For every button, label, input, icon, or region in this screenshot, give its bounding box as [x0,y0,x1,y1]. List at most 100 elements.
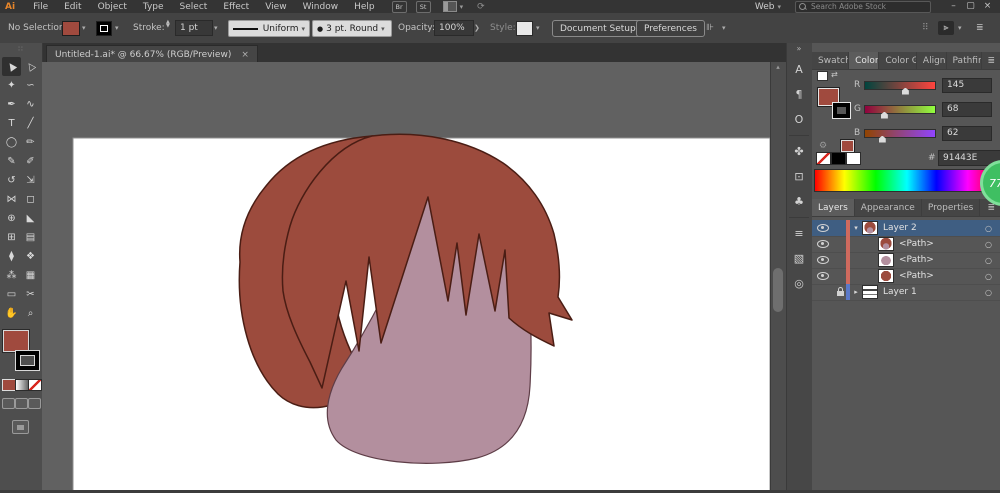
tab-color-guide[interactable]: Color G [879,52,917,69]
visibility-cell[interactable] [812,272,834,280]
path-name[interactable]: <Path> [899,239,934,249]
tool-width[interactable]: ⋈ [2,190,21,209]
preferences-button[interactable]: Preferences [636,20,705,37]
color-panel-stroke-swatch[interactable] [833,103,850,118]
target-circle-icon[interactable]: ○ [985,224,992,233]
stock-search-box[interactable] [795,0,931,13]
path-thumbnail[interactable] [878,237,894,251]
tab-align[interactable]: Align [917,52,947,69]
tool-pen[interactable]: ✒ [2,95,21,114]
tool-curvature[interactable]: ∿ [21,95,40,114]
document-setup-button[interactable]: Document Setup [552,20,644,37]
stroke-weight-chevron-icon[interactable]: ▾ [214,20,218,36]
tool-artboard[interactable]: ▭ [2,285,21,304]
menu-view[interactable]: View [257,2,294,12]
color-options-icon[interactable]: ⚙ [819,141,827,151]
bridge-button[interactable]: Br [391,0,407,13]
layer-row-layer2[interactable]: ▾ Layer 2 ○ [812,220,1000,237]
opentype-panel-icon[interactable]: O [788,109,810,130]
stroke-color-swatch[interactable] [96,20,112,36]
opacity-more-icon[interactable]: ❯ [474,20,480,36]
chevron-down-icon[interactable]: ▾ [460,3,464,11]
red-slider-knob[interactable] [901,87,909,95]
tool-rotate[interactable]: ↺ [2,171,21,190]
document-tab[interactable]: Untitled-1.ai* @ 66.67% (RGB/Preview) × [46,45,258,63]
tool-line-segment[interactable]: ╱ [21,114,40,133]
visibility-cell[interactable] [812,224,834,232]
tab-properties[interactable]: Properties [922,199,981,216]
blue-slider-knob[interactable] [878,135,886,143]
expand-icon[interactable]: ▾ [850,224,862,232]
panel-menu-icon[interactable]: ≣ [982,52,1000,69]
lock-cell[interactable] [834,287,846,296]
white-swatch[interactable] [846,152,861,165]
none-mode-button[interactable] [28,379,42,391]
tool-eyedropper[interactable]: ⧫ [2,247,21,266]
layer-name[interactable]: Layer 1 [883,287,917,297]
width-profile-dropdown[interactable]: Uniform ▾ [228,20,310,37]
opacity-field[interactable]: 100% [434,20,474,36]
green-slider-knob[interactable] [880,111,888,119]
tool-selection[interactable]: ▲ [2,57,21,76]
image-trace-panel-icon[interactable]: ▧ [788,248,810,269]
fill-color-swatch[interactable] [62,20,80,36]
scroll-up-icon[interactable]: ▴ [770,63,786,71]
tab-color[interactable]: Color [849,52,880,69]
color-spectrum-bar[interactable] [814,169,1000,192]
draw-behind-button[interactable] [15,398,28,409]
visibility-cell[interactable] [812,256,834,264]
color-mode-button[interactable] [2,379,16,391]
toolbar-fill-swatch[interactable] [3,330,29,352]
layer-row-layer1[interactable]: ▸ Layer 1 ○ [812,284,1000,301]
tool-gradient[interactable]: ▤ [21,228,40,247]
green-value-field[interactable]: 68 [942,101,992,117]
minimize-button[interactable]: – [945,0,962,13]
workspace-switcher[interactable]: Web ▾ [755,2,781,12]
align-chevron-icon[interactable]: ▾ [722,20,726,36]
tool-blend[interactable]: ❖ [21,247,40,266]
symbols-panel-icon[interactable]: ✤ [788,141,810,162]
tool-slice[interactable]: ✂ [21,285,40,304]
arrange-documents-icon[interactable] [442,1,457,12]
tool-lasso[interactable]: ∽ [21,76,40,95]
menu-object[interactable]: Object [90,2,135,12]
tool-hand[interactable]: ✋ [2,304,21,323]
menu-edit[interactable]: Edit [56,2,89,12]
stroke-panel-icon[interactable]: ≡ [788,223,810,244]
target-circle-icon[interactable]: ○ [985,288,992,297]
target-circle-icon[interactable]: ○ [985,256,992,265]
path-name[interactable]: <Path> [899,255,934,265]
links-panel-icon[interactable]: ◎ [788,273,810,294]
tool-shaper[interactable]: ✐ [21,152,40,171]
layer-thumbnail[interactable] [862,285,878,299]
none-swatch-icon[interactable] [817,71,828,81]
blue-value-field[interactable]: 62 [942,125,992,141]
draw-normal-button[interactable] [2,398,15,409]
menu-effect[interactable]: Effect [215,2,257,12]
red-value-field[interactable]: 145 [942,77,992,93]
swap-fill-stroke-icon[interactable]: ⇄ [831,70,838,79]
character-panel-icon[interactable]: A [788,59,810,80]
canvas-area[interactable] [42,62,771,493]
tool-scale[interactable]: ⇲ [21,171,40,190]
tool-magic-wand[interactable]: ✦ [2,76,21,95]
layer-row-path2[interactable]: <Path> ○ [812,252,1000,269]
gradient-mode-button[interactable] [15,379,29,391]
screen-mode-button[interactable] [12,420,29,434]
dock-chevron-icon[interactable]: ▾ [958,20,962,36]
visibility-cell[interactable] [812,240,834,248]
toolbar-stroke-swatch[interactable] [16,351,39,370]
grid-options-icon[interactable]: ⠿ [922,20,929,36]
tool-free-transform[interactable]: ◻ [21,190,40,209]
black-swatch[interactable] [831,152,846,165]
menu-help[interactable]: Help [346,2,383,12]
tool-perspective-grid[interactable]: ◣ [21,209,40,228]
layer-name[interactable]: Layer 2 [883,223,917,233]
menu-window[interactable]: Window [295,2,347,12]
red-slider[interactable] [864,80,936,95]
style-swatch[interactable] [516,20,533,36]
stroke-weight-field[interactable]: 1 pt [175,20,213,36]
tab-pathfinder[interactable]: Pathfin [947,52,983,69]
tool-mesh[interactable]: ⊞ [2,228,21,247]
path-thumbnail[interactable] [878,253,894,267]
